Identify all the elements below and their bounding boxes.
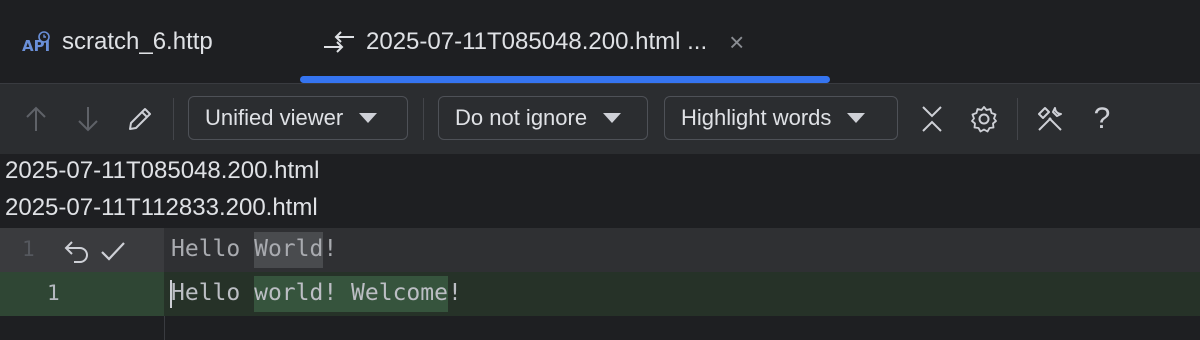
highlight-mode-dropdown[interactable]: Highlight words	[664, 96, 898, 140]
diff-file-header: 2025-07-11T085048.200.html 2025-07-11T11…	[0, 154, 1200, 228]
help-icon[interactable]: ?	[1084, 101, 1120, 137]
gutter-divider	[164, 316, 165, 340]
line-number: 1	[47, 281, 60, 305]
unified-diff-view[interactable]: 1 Hello World! 1 Hello world! Welcome!	[0, 228, 1200, 340]
deleted-line: 1 Hello World!	[0, 228, 1200, 272]
tab-scratch-http[interactable]: API scratch_6.http	[22, 0, 213, 84]
chevron-down-icon	[847, 113, 866, 123]
code-line: Hello world! Welcome!	[171, 276, 462, 312]
code-text: !	[447, 280, 462, 306]
toolbar-separator	[173, 98, 174, 140]
tab-label: scratch_6.http	[62, 28, 213, 55]
close-icon[interactable]: ×	[729, 29, 744, 55]
line-number: 1	[22, 237, 35, 261]
changed-word: World	[254, 232, 324, 268]
diff-toolbar: Unified viewer Do not ignore Highlight w…	[0, 84, 1200, 154]
tab-label: 2025-07-11T085048.200.html ...	[366, 28, 708, 55]
right-file-name: 2025-07-11T112833.200.html	[5, 194, 318, 221]
gear-icon[interactable]	[966, 101, 1002, 137]
code-text: Hello	[171, 236, 255, 262]
left-file-name: 2025-07-11T085048.200.html	[5, 157, 320, 184]
diff-arrows-icon	[322, 27, 356, 57]
toolbar-separator	[1017, 98, 1018, 140]
ignore-mode-label: Do not ignore	[455, 105, 588, 130]
viewer-mode-label: Unified viewer	[205, 105, 344, 130]
revert-icon[interactable]	[62, 236, 92, 266]
changed-word: world! Welcome	[254, 276, 448, 312]
next-difference-icon[interactable]	[70, 101, 106, 137]
active-tab-indicator	[300, 76, 830, 83]
accept-check-icon[interactable]	[98, 236, 128, 266]
code-text: !	[323, 236, 338, 262]
chevron-down-icon	[603, 113, 622, 123]
highlight-mode-label: Highlight words	[681, 105, 832, 130]
line-gutter: 1	[0, 228, 164, 272]
viewer-mode-dropdown[interactable]: Unified viewer	[188, 96, 408, 140]
collapse-unchanged-icon[interactable]	[914, 101, 950, 137]
chevron-down-icon	[359, 113, 378, 123]
tab-diff-html[interactable]: 2025-07-11T085048.200.html ... ×	[322, 0, 744, 84]
tools-icon[interactable]	[1032, 101, 1068, 137]
inserted-line: 1 Hello world! Welcome!	[0, 272, 1200, 316]
code-text: Hello	[171, 280, 255, 306]
api-icon: API	[22, 29, 52, 55]
editor-tab-bar: API scratch_6.http 2025-07-11T085048.200…	[0, 0, 1200, 84]
line-gutter: 1	[0, 272, 164, 316]
toolbar-separator	[423, 98, 424, 140]
ignore-mode-dropdown[interactable]: Do not ignore	[438, 96, 648, 140]
edit-pencil-icon[interactable]	[122, 101, 158, 137]
code-line: Hello World!	[171, 232, 338, 268]
previous-difference-icon[interactable]	[18, 101, 54, 137]
